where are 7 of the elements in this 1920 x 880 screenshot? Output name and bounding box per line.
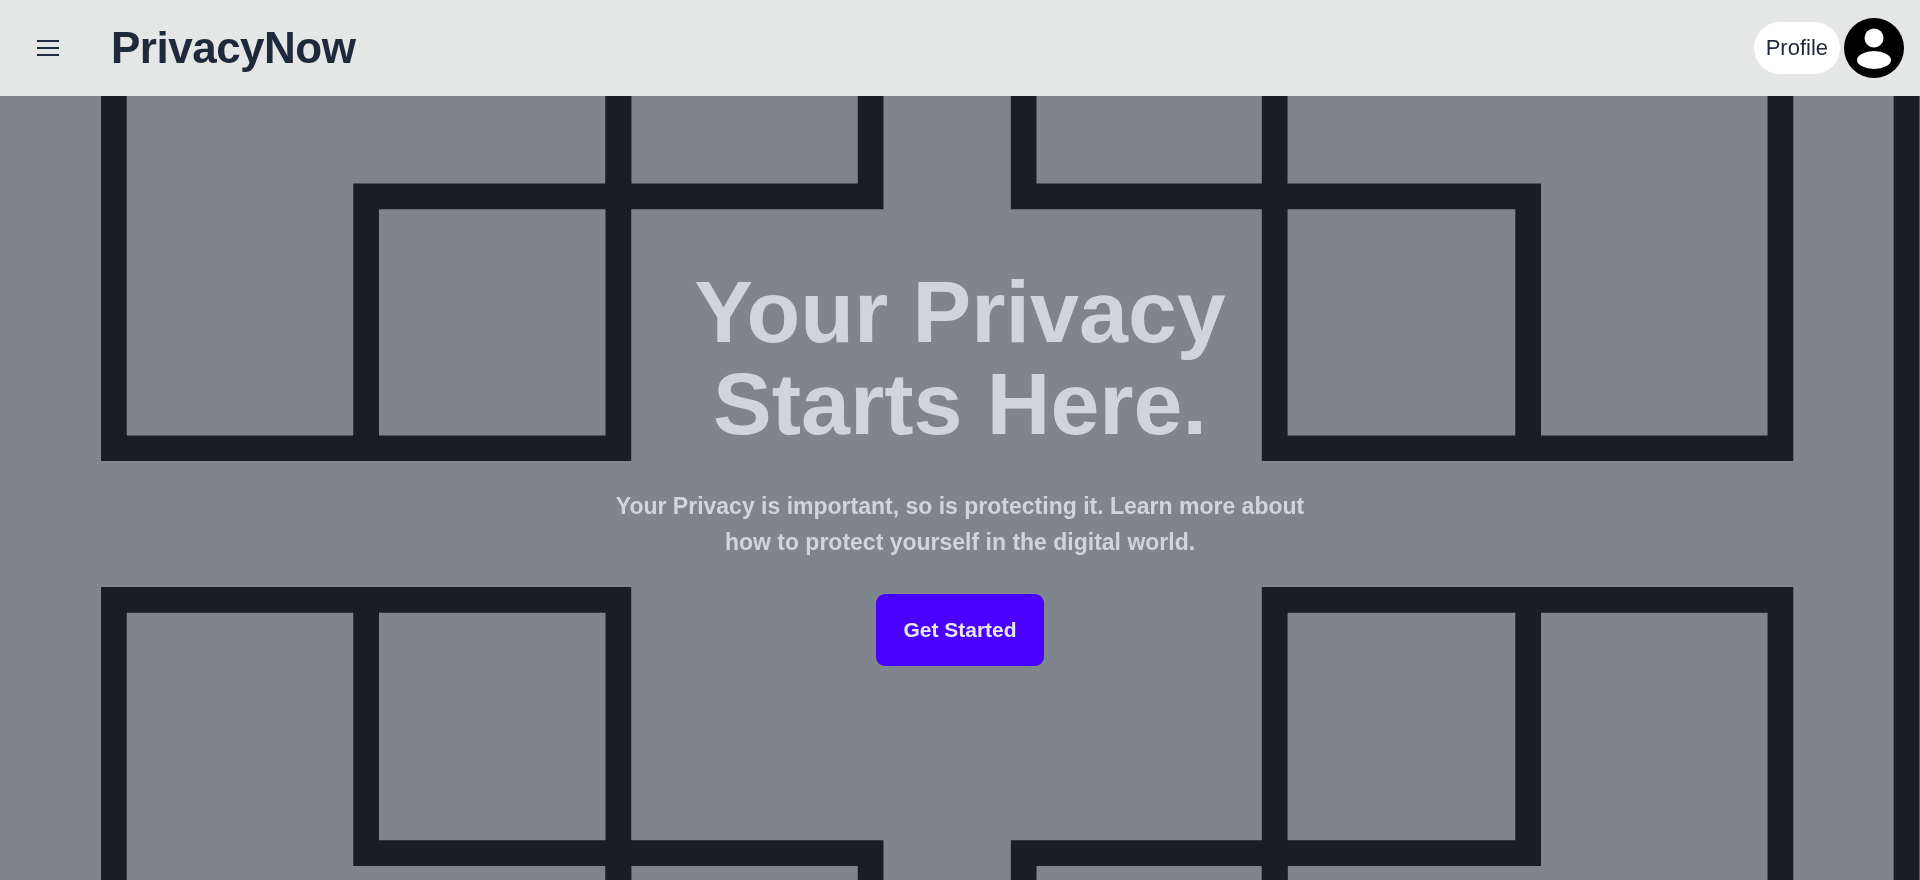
logo[interactable]: PrivacyNow (111, 23, 356, 73)
menu-icon[interactable] (37, 39, 59, 57)
hero-title: Your Privacy Starts Here. (693, 266, 1227, 450)
avatar-icon[interactable] (1844, 18, 1904, 78)
get-started-button[interactable]: Get Started (876, 594, 1044, 666)
hero-subtitle: Your Privacy is important, so is protecting it. Learn more about how to protect yourself in the digital world. (614, 492, 1306, 557)
profile-button[interactable]: Profile (1753, 22, 1840, 74)
